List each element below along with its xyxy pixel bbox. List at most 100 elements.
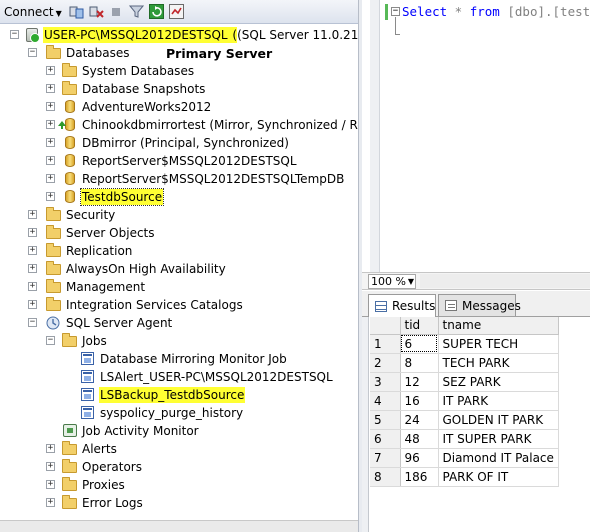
tree-node-management[interactable]: + Management	[28, 278, 146, 296]
cell-tname[interactable]: TECH PARK	[438, 353, 559, 373]
query-editor[interactable]: − Select * from [dbo].[test]	[362, 0, 590, 272]
tab-results[interactable]: Results	[368, 294, 436, 317]
cell-tid[interactable]: 12	[400, 372, 439, 392]
tree-node-reportserver-tempdb[interactable]: + ReportServer$MSSQL2012DESTSQLTempDB	[46, 170, 345, 188]
expand-icon[interactable]: +	[46, 174, 55, 183]
expand-icon[interactable]: +	[46, 480, 55, 489]
collapse-icon[interactable]: −	[28, 318, 37, 327]
cell-tid[interactable]: 48	[400, 429, 439, 449]
cell-tid[interactable]: 6	[400, 334, 439, 354]
cell-tid[interactable]: 8	[400, 353, 439, 373]
collapse-icon[interactable]: −	[10, 30, 19, 39]
expand-icon[interactable]: +	[28, 246, 37, 255]
zoom-select[interactable]: 100 % ▼	[368, 273, 416, 289]
expand-icon[interactable]: +	[46, 138, 55, 147]
row-number[interactable]: 3	[370, 372, 401, 392]
object-explorer-hscrollbar[interactable]	[0, 520, 358, 532]
editor-hscrollbar[interactable]	[420, 274, 590, 288]
sql-code-line[interactable]: Select * from [dbo].[test]	[402, 4, 590, 19]
tree-node-server[interactable]: − USER-PC\MSSQL2012DESTSQL ( (SQL Server…	[0, 26, 358, 44]
connect-object-explorer-icon[interactable]	[69, 4, 84, 19]
tree-node-databases[interactable]: − Databases	[28, 44, 131, 62]
tree-node-dbmirror[interactable]: + DBmirror (Principal, Synchronized)	[46, 134, 290, 152]
collapse-icon[interactable]: −	[28, 48, 37, 57]
tree-node-job-activity-monitor[interactable]: Job Activity Monitor	[62, 422, 200, 440]
table-row[interactable]: 2 8 TECH PARK	[370, 353, 559, 373]
tree-node-chinookdbmirrortest[interactable]: + Chinookdbmirrortest (Mirror, Synchroniz…	[46, 116, 358, 134]
cell-tname[interactable]: GOLDEN IT PARK	[438, 410, 559, 430]
tree-node-alwayson[interactable]: + AlwaysOn High Availability	[28, 260, 227, 278]
expand-icon[interactable]: +	[28, 228, 37, 237]
activity-monitor-icon[interactable]	[168, 4, 184, 19]
tab-messages[interactable]: Messages	[438, 294, 521, 316]
editor-vscrollbar[interactable]	[370, 0, 380, 272]
tree-node-system-databases[interactable]: + System Databases	[46, 62, 195, 80]
tree-node-proxies[interactable]: + Proxies	[46, 476, 126, 494]
tree-node-security[interactable]: + Security	[28, 206, 116, 224]
tree-node-replication[interactable]: + Replication	[28, 242, 133, 260]
table-row[interactable]: 4 16 IT PARK	[370, 391, 559, 411]
cell-tid[interactable]: 96	[400, 448, 439, 468]
expand-icon[interactable]: +	[28, 282, 37, 291]
cell-tname[interactable]: PARK OF IT	[438, 467, 559, 487]
table-row[interactable]: 3 12 SEZ PARK	[370, 372, 559, 392]
cell-tid[interactable]: 16	[400, 391, 439, 411]
filter-icon[interactable]	[128, 4, 144, 19]
stop-icon[interactable]	[109, 4, 124, 19]
cell-tname[interactable]: Diamond IT Palace	[438, 448, 559, 468]
outline-collapse-icon[interactable]: −	[391, 7, 400, 16]
tree-node-alerts[interactable]: + Alerts	[46, 440, 118, 458]
tree-node-job-4[interactable]: syspolicy_purge_history	[80, 404, 244, 422]
tree-node-job-3[interactable]: LSBackup_TestdbSource	[80, 386, 246, 404]
expand-icon[interactable]: +	[46, 84, 55, 93]
disconnect-icon[interactable]	[89, 4, 104, 19]
tree-node-adventureworks2012[interactable]: + AdventureWorks2012	[46, 98, 212, 116]
tree-node-testdbsource[interactable]: + TestdbSource	[46, 188, 165, 206]
row-number[interactable]: 6	[370, 429, 401, 449]
row-number[interactable]: 8	[370, 467, 401, 487]
table-row[interactable]: 8 186 PARK OF IT	[370, 467, 559, 487]
expand-icon[interactable]: +	[28, 264, 37, 273]
tree-node-job-1[interactable]: Database Mirroring Monitor Job	[80, 350, 288, 368]
row-number[interactable]: 7	[370, 448, 401, 468]
tree-node-server-objects[interactable]: + Server Objects	[28, 224, 156, 242]
expand-icon[interactable]: +	[46, 444, 55, 453]
cell-tname[interactable]: IT PARK	[438, 391, 559, 411]
expand-icon[interactable]: +	[28, 300, 37, 309]
tree-node-sql-server-agent[interactable]: − SQL Server Agent	[28, 314, 173, 332]
column-header-tname[interactable]: tname	[438, 317, 559, 335]
expand-icon[interactable]: +	[46, 120, 55, 129]
cell-tname[interactable]: SEZ PARK	[438, 372, 559, 392]
expand-icon[interactable]: +	[46, 192, 55, 201]
results-grid[interactable]: tid tname 1 6 SUPER TECH 2 8 TECH PARK 3 12 SEZ …	[370, 317, 559, 487]
collapse-icon[interactable]: −	[46, 336, 55, 345]
row-number[interactable]: 2	[370, 353, 401, 373]
tree-node-reportserver[interactable]: + ReportServer$MSSQL2012DESTSQL	[46, 152, 298, 170]
cell-tname[interactable]: IT SUPER PARK	[438, 429, 559, 449]
expand-icon[interactable]: +	[46, 66, 55, 75]
cell-tid[interactable]: 186	[400, 467, 439, 487]
expand-icon[interactable]: +	[46, 102, 55, 111]
tree-node-error-logs[interactable]: + Error Logs	[46, 494, 144, 512]
column-header-tid[interactable]: tid	[400, 317, 439, 335]
tree-node-integration-services[interactable]: + Integration Services Catalogs	[28, 296, 244, 314]
connect-dropdown[interactable]: Connect ▼	[4, 5, 62, 19]
table-row[interactable]: 5 24 GOLDEN IT PARK	[370, 410, 559, 430]
tree-node-operators[interactable]: + Operators	[46, 458, 143, 476]
expand-icon[interactable]: +	[28, 210, 37, 219]
expand-icon[interactable]: +	[46, 462, 55, 471]
row-number[interactable]: 4	[370, 391, 401, 411]
tree-node-jobs[interactable]: − Jobs	[46, 332, 108, 350]
row-number[interactable]: 5	[370, 410, 401, 430]
tree-node-database-snapshots[interactable]: + Database Snapshots	[46, 80, 206, 98]
table-row[interactable]: 1 6 SUPER TECH	[370, 334, 559, 354]
tree-node-job-2[interactable]: LSAlert_USER-PC\MSSQL2012DESTSQL	[80, 368, 334, 386]
cell-tid[interactable]: 24	[400, 410, 439, 430]
table-row[interactable]: 7 96 Diamond IT Palace	[370, 448, 559, 468]
row-number[interactable]: 1	[370, 334, 401, 354]
expand-icon[interactable]: +	[46, 156, 55, 165]
refresh-icon[interactable]	[148, 4, 164, 19]
cell-tname[interactable]: SUPER TECH	[438, 334, 559, 354]
grid-corner[interactable]	[370, 317, 401, 335]
table-row[interactable]: 6 48 IT SUPER PARK	[370, 429, 559, 449]
